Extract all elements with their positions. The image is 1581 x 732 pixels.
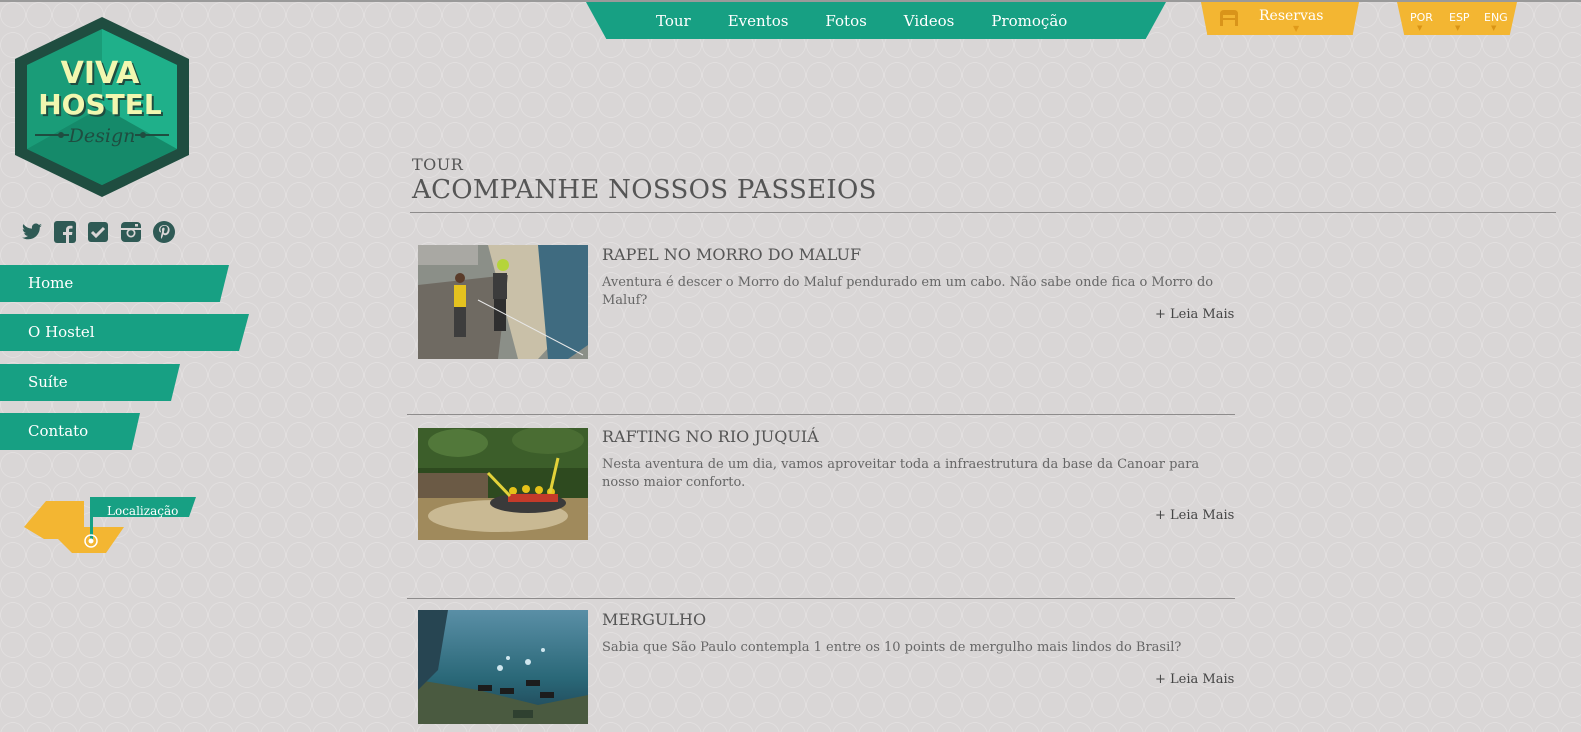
tour-title[interactable]: RAPEL NO MORRO DO MALUF xyxy=(602,245,861,264)
nav-promocao[interactable]: Promoção xyxy=(991,12,1067,30)
nav-videos[interactable]: Videos xyxy=(904,12,955,30)
top-border xyxy=(0,0,1581,2)
read-more-link[interactable]: + Leia Mais xyxy=(1155,508,1234,523)
top-nav: Tour Eventos Fotos Videos Promoção xyxy=(586,2,1166,39)
sidebar-item-label: O Hostel xyxy=(28,323,95,341)
lang-por[interactable]: POR xyxy=(1410,11,1433,24)
reservas-button[interactable]: Reservas ▼ xyxy=(1201,2,1359,35)
bed-icon xyxy=(1220,10,1238,26)
pinterest-icon[interactable] xyxy=(152,220,176,244)
tour-image-rapel[interactable] xyxy=(418,245,588,359)
logo-line2-front: HOSTEL xyxy=(38,88,162,121)
lang-esp[interactable]: ESP xyxy=(1449,11,1470,24)
sidebar-item-o-hostel[interactable]: O Hostel xyxy=(0,314,249,351)
logo-line1-front: VIVA xyxy=(61,56,141,91)
section-kicker: TOUR xyxy=(412,155,464,174)
divider xyxy=(407,414,1235,415)
sidebar-item-label: Home xyxy=(28,274,74,292)
tour-image-rafting[interactable] xyxy=(418,428,588,540)
nav-fotos[interactable]: Fotos xyxy=(825,12,866,30)
nav-eventos[interactable]: Eventos xyxy=(728,12,789,30)
sidebar-item-label: Suíte xyxy=(28,373,68,391)
tour-title[interactable]: RAFTING NO RIO JUQUIÁ xyxy=(602,427,819,446)
language-switcher: POR ESP ENG ▼ ▼ ▼ xyxy=(1397,2,1517,35)
instagram-icon[interactable] xyxy=(119,220,143,244)
tour-description: Aventura é descer o Morro do Maluf pendu… xyxy=(602,275,1214,308)
viva-hostel-logo[interactable]: VIVA VIVA HOSTEL HOSTEL Design xyxy=(11,17,193,197)
chevron-down-icon: ▼ xyxy=(1491,24,1497,32)
facebook-icon[interactable] xyxy=(53,220,77,244)
lang-eng[interactable]: ENG xyxy=(1484,11,1508,24)
chevron-down-icon: ▼ xyxy=(1455,24,1461,32)
twitter-icon[interactable] xyxy=(20,220,44,244)
social-links xyxy=(20,220,176,244)
reservas-label: Reservas xyxy=(1259,8,1324,24)
divider xyxy=(407,598,1235,599)
page-title: ACOMPANHE NOSSOS PASSEIOS xyxy=(412,175,877,205)
chevron-down-icon: ▼ xyxy=(1417,24,1423,32)
sidebar-item-suite[interactable]: Suíte xyxy=(0,364,180,401)
tour-image-mergulho[interactable] xyxy=(418,610,588,724)
sidebar-item-home[interactable]: Home xyxy=(0,265,229,302)
tour-title[interactable]: MERGULHO xyxy=(602,610,706,629)
tour-description: Nesta aventura de um dia, vamos aproveit… xyxy=(602,457,1200,490)
tour-description: Sabia que São Paulo contempla 1 entre os… xyxy=(602,640,1182,655)
nav-tour[interactable]: Tour xyxy=(656,12,691,30)
foursquare-icon[interactable] xyxy=(86,220,110,244)
divider xyxy=(410,212,1556,213)
sidebar-item-contato[interactable]: Contato xyxy=(0,413,140,450)
read-more-link[interactable]: + Leia Mais xyxy=(1155,672,1234,687)
location-label: Localização xyxy=(107,504,179,518)
sidebar-item-label: Contato xyxy=(28,422,89,440)
logo-line3: Design xyxy=(68,125,136,147)
location-badge[interactable]: Localização xyxy=(24,497,196,555)
chevron-down-icon: ▼ xyxy=(1293,24,1300,33)
read-more-link[interactable]: + Leia Mais xyxy=(1155,307,1234,322)
